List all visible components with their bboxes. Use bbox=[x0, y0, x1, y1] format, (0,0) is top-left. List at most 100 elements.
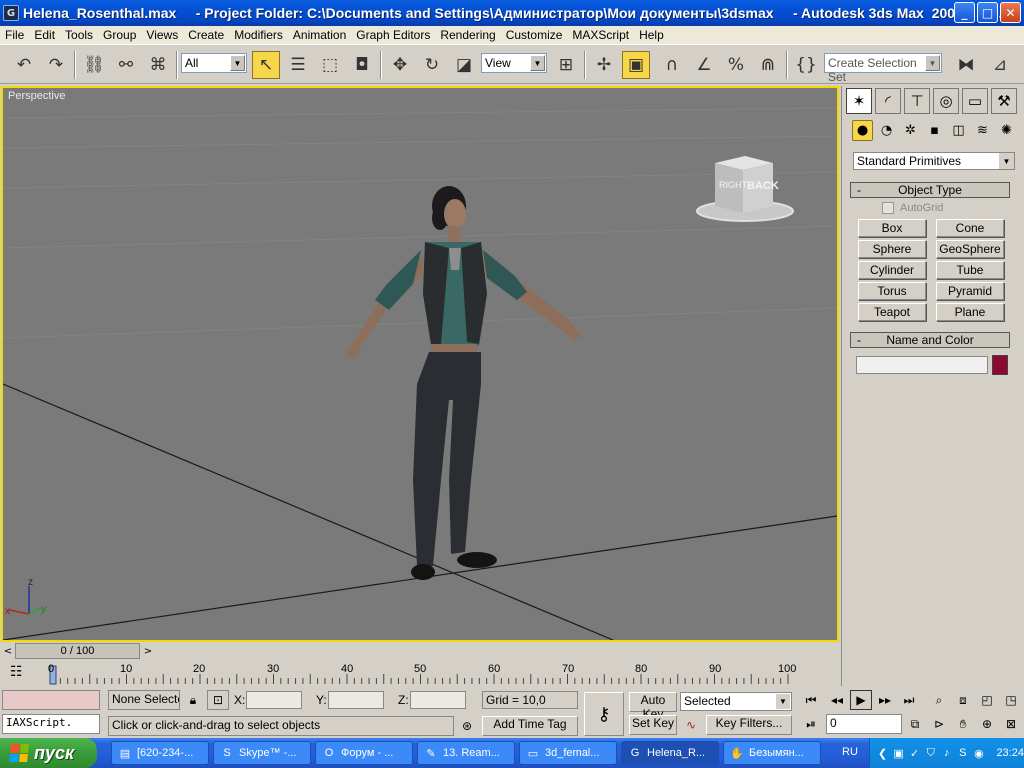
field-of-view-icon[interactable]: ⊳ bbox=[928, 714, 950, 734]
set-key-button[interactable]: Set Key bbox=[629, 715, 677, 735]
selection-lock-icon[interactable]: ⊛ bbox=[456, 716, 478, 736]
autogrid-checkbox[interactable]: AutoGrid bbox=[882, 202, 943, 214]
display-tab-icon[interactable]: ▭ bbox=[962, 88, 988, 114]
pyramid-button[interactable]: Pyramid bbox=[936, 282, 1004, 300]
redo-icon[interactable]: ↷ bbox=[42, 51, 70, 79]
scale-icon[interactable]: ◪ bbox=[450, 51, 478, 79]
taskbar-item[interactable]: ✋ Безымян... bbox=[723, 741, 821, 765]
taskbar-item[interactable]: G Helena_R... bbox=[621, 741, 719, 765]
cone-button[interactable]: Cone bbox=[936, 219, 1004, 237]
volume-icon[interactable]: ♪ bbox=[940, 746, 953, 760]
angle-snap-icon[interactable]: ∠ bbox=[690, 51, 718, 79]
object-type-rollout-header[interactable]: - Object Type bbox=[850, 182, 1010, 198]
restore-button[interactable]: □ bbox=[977, 2, 998, 23]
x-coordinate-field[interactable] bbox=[246, 691, 302, 709]
box-button[interactable]: Box bbox=[858, 219, 926, 237]
pan-icon[interactable]: ✋︎ bbox=[952, 714, 974, 734]
rotate-icon[interactable]: ↻ bbox=[418, 51, 446, 79]
play-icon[interactable]: ▶ bbox=[850, 690, 872, 710]
timeline-ruler[interactable]: 0 10 20 30 40 50 60 70 80 90 100 bbox=[48, 662, 838, 686]
network-icon[interactable]: ✓ bbox=[908, 746, 921, 760]
taskbar-item[interactable]: O Форум - ... bbox=[315, 741, 413, 765]
default-in-out-tangent-icon[interactable]: ∿ bbox=[680, 715, 702, 735]
pivot-center-icon[interactable]: ⊞ bbox=[552, 51, 580, 79]
snaps-toggle-icon[interactable]: ∩ bbox=[658, 51, 686, 79]
y-coordinate-field[interactable] bbox=[328, 691, 384, 709]
menu-help[interactable]: Help bbox=[634, 28, 669, 42]
z-coordinate-field[interactable] bbox=[410, 691, 466, 709]
next-frame-icon[interactable]: ▸▸ bbox=[874, 690, 896, 710]
menu-views[interactable]: Views bbox=[141, 28, 183, 42]
object-name-field[interactable] bbox=[856, 356, 988, 374]
geometry-icon[interactable]: ● bbox=[852, 120, 873, 141]
lights-icon[interactable]: ✲ bbox=[900, 120, 921, 141]
zoom-icon[interactable]: ⌕ bbox=[928, 690, 950, 710]
cameras-icon[interactable]: ▪ bbox=[924, 120, 945, 141]
current-frame-field[interactable]: 0 bbox=[826, 714, 902, 734]
selection-filter-dropdown[interactable]: All ▼ bbox=[181, 53, 247, 73]
menu-graph-editors[interactable]: Graph Editors bbox=[351, 28, 435, 42]
move-icon[interactable]: ✥ bbox=[386, 51, 414, 79]
menu-group[interactable]: Group bbox=[98, 28, 141, 42]
skype-status-icon[interactable]: S bbox=[956, 746, 969, 760]
edit-named-selection-icon[interactable]: {} bbox=[792, 51, 820, 79]
time-configuration-icon[interactable]: ⧉ bbox=[904, 714, 926, 734]
geosphere-button[interactable]: GeoSphere bbox=[936, 240, 1004, 258]
undo-icon[interactable]: ↶ bbox=[10, 51, 38, 79]
window-crossing-icon[interactable]: ◘ bbox=[348, 51, 376, 79]
plane-button[interactable]: Plane bbox=[936, 303, 1004, 321]
taskbar-item[interactable]: ▤ [620-234-... bbox=[111, 741, 209, 765]
maximize-viewport-icon[interactable]: ⊠ bbox=[1000, 714, 1022, 734]
language-indicator[interactable]: RU bbox=[842, 746, 858, 758]
menu-modifiers[interactable]: Modifiers bbox=[229, 28, 288, 42]
zoom-all-icon[interactable]: ⧈ bbox=[952, 690, 974, 710]
maxscript-mini-listener[interactable]: IAXScript. bbox=[2, 714, 100, 734]
shield-icon[interactable]: ⛉ bbox=[924, 746, 937, 760]
taskbar-item[interactable]: S Skype™ -... bbox=[213, 741, 311, 765]
chevron-left-icon[interactable]: ❮ bbox=[876, 746, 889, 760]
spinner-snap-icon[interactable]: ⋒ bbox=[754, 51, 782, 79]
menu-create[interactable]: Create bbox=[183, 28, 229, 42]
key-filters-button[interactable]: Key Filters... bbox=[706, 715, 792, 735]
go-to-end-icon[interactable]: ⏭ bbox=[898, 690, 920, 710]
viewport-label[interactable]: Perspective bbox=[8, 90, 65, 102]
named-selection-set-dropdown[interactable]: Create Selection Set ▼ bbox=[824, 53, 942, 84]
browser-tray-icon[interactable]: ◉ bbox=[972, 746, 985, 760]
systems-icon[interactable]: ✺ bbox=[996, 120, 1017, 141]
start-button[interactable]: пуск bbox=[0, 738, 97, 768]
select-by-name-icon[interactable]: ☰ bbox=[284, 51, 312, 79]
rectangular-selection-icon[interactable]: ⬚ bbox=[316, 51, 344, 79]
minimize-button[interactable]: _ bbox=[954, 2, 975, 23]
bind-space-warp-icon[interactable]: ⌘ bbox=[144, 51, 172, 79]
torus-button[interactable]: Torus bbox=[858, 282, 926, 300]
orbit-icon[interactable]: ⊕ bbox=[976, 714, 998, 734]
unlink-icon[interactable]: ⚯ bbox=[112, 51, 140, 79]
previous-frame-icon[interactable]: ◂◂ bbox=[826, 690, 848, 710]
maxscript-listener-pink[interactable] bbox=[2, 690, 100, 710]
hierarchy-tab-icon[interactable]: ⊤ bbox=[904, 88, 930, 114]
object-category-dropdown[interactable]: Standard Primitives ▼ bbox=[853, 152, 1015, 170]
motion-tab-icon[interactable]: ◎ bbox=[933, 88, 959, 114]
menu-tools[interactable]: Tools bbox=[60, 28, 98, 42]
chevron-left-icon[interactable]: < bbox=[1, 643, 15, 659]
key-mode-toggle-icon[interactable]: ⏯ bbox=[800, 714, 822, 734]
app-icon[interactable]: G bbox=[3, 5, 19, 21]
menu-rendering[interactable]: Rendering bbox=[435, 28, 500, 42]
chevron-right-icon[interactable]: > bbox=[141, 643, 155, 659]
utilities-tab-icon[interactable]: ⚒ bbox=[991, 88, 1017, 114]
key-mode-dropdown[interactable]: Selected ▼ bbox=[680, 692, 792, 711]
go-to-start-icon[interactable]: ⏮ bbox=[800, 690, 822, 710]
select-object-icon[interactable]: ↖ bbox=[252, 51, 280, 79]
tube-button[interactable]: Tube bbox=[936, 261, 1004, 279]
name-and-color-rollout-header[interactable]: - Name and Color bbox=[850, 332, 1010, 348]
close-button[interactable]: ✕ bbox=[1000, 2, 1021, 23]
absolute-mode-icon[interactable]: ⊡ bbox=[207, 690, 229, 710]
reference-coordinate-dropdown[interactable]: View ▼ bbox=[481, 53, 547, 73]
percent-snap-icon[interactable]: % bbox=[722, 51, 750, 79]
helpers-icon[interactable]: ◫ bbox=[948, 120, 969, 141]
select-and-manipulate-icon[interactable]: ✢ bbox=[590, 51, 618, 79]
track-bar[interactable]: ☷ 0 10 20 30 40 50 60 70 80 90 100 bbox=[0, 660, 840, 688]
tray-app-icon[interactable]: ▣ bbox=[892, 746, 905, 760]
menu-animation[interactable]: Animation bbox=[288, 28, 351, 42]
menu-file[interactable]: File bbox=[0, 28, 29, 42]
